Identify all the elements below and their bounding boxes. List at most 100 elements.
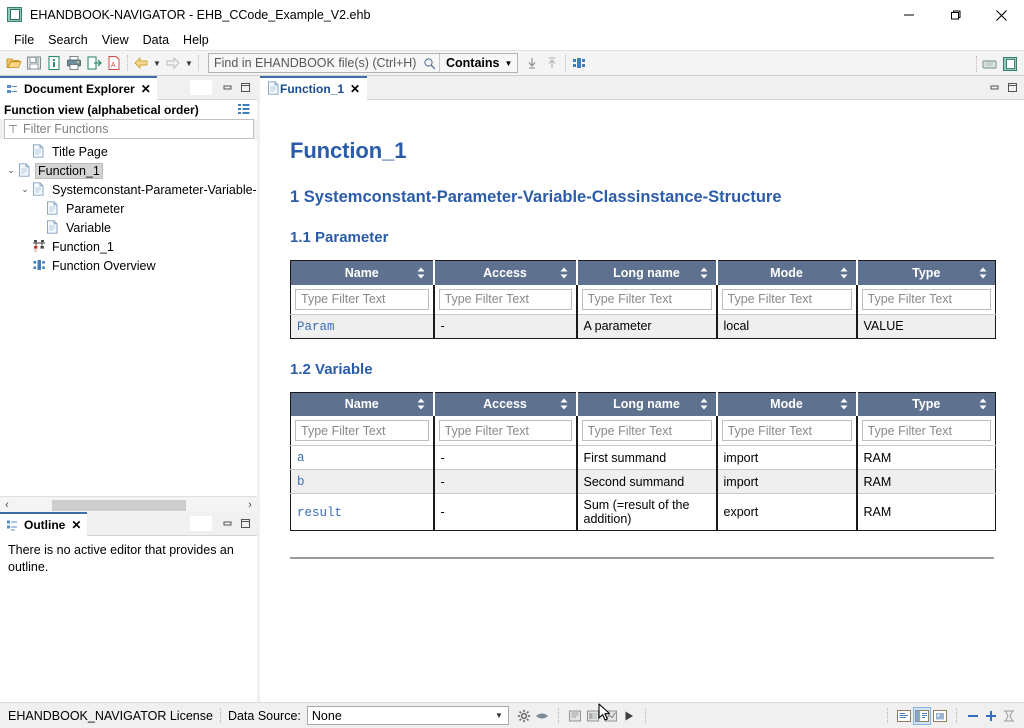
filter-input-name[interactable] xyxy=(295,289,429,310)
table-row[interactable]: result - Sum (=result of the addition) e… xyxy=(291,494,996,531)
column-header-mode[interactable]: Mode xyxy=(717,261,857,285)
filter-input-long-name[interactable] xyxy=(582,289,712,310)
filter-input-mode[interactable] xyxy=(722,289,852,310)
find-previous-up-icon[interactable] xyxy=(542,53,562,73)
layout-detail-icon[interactable] xyxy=(931,707,949,725)
maximize-icon[interactable] xyxy=(932,0,978,30)
view-minimize-icon[interactable] xyxy=(219,516,235,532)
tree-horizontal-scrollbar[interactable]: ‹ › xyxy=(0,496,257,512)
forward-arrow-icon[interactable] xyxy=(163,53,183,73)
back-dropdown-caret-icon[interactable]: ▼ xyxy=(151,53,163,73)
column-header-type[interactable]: Type xyxy=(857,261,996,285)
tree-item-spvcs[interactable]: ⌄ Systemconstant-Parameter-Variable-Cl xyxy=(0,180,257,199)
parameter-link[interactable]: Param xyxy=(297,320,335,334)
variable-link[interactable]: b xyxy=(297,475,305,489)
view-menu-icon[interactable] xyxy=(237,102,251,119)
layout-split-icon[interactable] xyxy=(913,707,931,725)
variable-link[interactable]: result xyxy=(297,506,342,520)
column-header-access[interactable]: Access xyxy=(434,261,577,285)
close-tab-icon[interactable]: ✕ xyxy=(350,82,360,96)
table-row[interactable]: Param - A parameter local VALUE xyxy=(291,314,996,338)
tree-item-variable[interactable]: Variable xyxy=(0,218,257,237)
view-maximize-icon[interactable] xyxy=(237,516,253,532)
keyboard-icon[interactable] xyxy=(980,54,1000,74)
ehandbook-perspective-icon[interactable] xyxy=(1000,54,1020,74)
tree-item-function-overview[interactable]: Function Overview xyxy=(0,256,257,275)
measure-3-icon[interactable] xyxy=(602,707,620,725)
tree-item-parameter[interactable]: Parameter xyxy=(0,199,257,218)
view-minimize-icon[interactable] xyxy=(219,80,235,96)
column-header-long-name[interactable]: Long name xyxy=(577,261,717,285)
find-next-down-icon[interactable] xyxy=(522,53,542,73)
filter-input-type[interactable] xyxy=(862,289,992,310)
close-tab-icon[interactable]: ✕ xyxy=(71,518,81,532)
play-icon[interactable] xyxy=(620,707,638,725)
sort-icon[interactable] xyxy=(700,267,708,278)
layout-single-icon[interactable] xyxy=(895,707,913,725)
scroll-thumb[interactable] xyxy=(52,500,186,511)
table-row[interactable]: a - First summand import RAM xyxy=(291,446,996,470)
forward-dropdown-caret-icon[interactable]: ▼ xyxy=(183,53,195,73)
column-header-name[interactable]: Name xyxy=(291,392,434,416)
measure-2-icon[interactable] xyxy=(584,707,602,725)
sort-icon[interactable] xyxy=(560,399,568,410)
sort-icon[interactable] xyxy=(560,267,568,278)
filter-input-long-name[interactable] xyxy=(582,420,712,441)
close-tab-icon[interactable]: ✕ xyxy=(141,82,151,96)
view-maximize-icon[interactable] xyxy=(237,80,253,96)
settings-gear-icon[interactable] xyxy=(515,707,533,725)
sort-icon[interactable] xyxy=(700,399,708,410)
zoom-out-icon[interactable] xyxy=(964,707,982,725)
open-folder-icon[interactable] xyxy=(4,53,24,73)
sort-icon[interactable] xyxy=(979,267,987,278)
table-row[interactable]: b - Second summand import RAM xyxy=(291,470,996,494)
sort-icon[interactable] xyxy=(417,399,425,410)
view-toggle-icon[interactable] xyxy=(533,707,551,725)
column-header-type[interactable]: Type xyxy=(857,392,996,416)
tab-function-1[interactable]: Function_1 ✕ xyxy=(260,76,367,100)
zoom-in-icon[interactable] xyxy=(982,707,1000,725)
filter-input-type[interactable] xyxy=(862,420,992,441)
column-header-access[interactable]: Access xyxy=(434,392,577,416)
filter-input-name[interactable] xyxy=(295,420,429,441)
menu-view[interactable]: View xyxy=(96,31,137,49)
menu-file[interactable]: File xyxy=(8,31,42,49)
scroll-track[interactable] xyxy=(14,498,243,512)
variable-link[interactable]: a xyxy=(297,451,305,465)
view-minimize-icon[interactable] xyxy=(986,80,1002,96)
tree-item-title-page[interactable]: Title Page xyxy=(0,142,257,161)
save-icon[interactable] xyxy=(24,53,44,73)
filter-input-access[interactable] xyxy=(439,420,572,441)
sort-icon[interactable] xyxy=(979,399,987,410)
back-arrow-icon[interactable] xyxy=(131,53,151,73)
info-icon[interactable] xyxy=(44,53,64,73)
menu-data[interactable]: Data xyxy=(137,31,177,49)
measure-1-icon[interactable] xyxy=(566,707,584,725)
search-input[interactable] xyxy=(209,54,419,72)
interaction-layer-icon[interactable] xyxy=(569,53,589,73)
data-source-select[interactable]: None ▼ xyxy=(307,706,509,725)
search-mode-button[interactable]: Contains ▼ xyxy=(439,54,517,72)
chevron-down-icon[interactable]: ⌄ xyxy=(18,184,32,195)
menu-help[interactable]: Help xyxy=(177,31,217,49)
zoom-reset-icon[interactable] xyxy=(1000,707,1018,725)
filter-input-mode[interactable] xyxy=(722,420,852,441)
view-maximize-icon[interactable] xyxy=(1004,80,1020,96)
sort-icon[interactable] xyxy=(840,399,848,410)
close-icon[interactable] xyxy=(978,0,1024,30)
tab-document-explorer[interactable]: Document Explorer ✕ xyxy=(0,76,157,100)
menu-search[interactable]: Search xyxy=(42,31,96,49)
sort-icon[interactable] xyxy=(417,267,425,278)
scroll-left-icon[interactable]: ‹ xyxy=(0,498,14,512)
filter-input-access[interactable] xyxy=(439,289,572,310)
tree-item-function-1[interactable]: ⌄ Function_1 xyxy=(0,161,257,180)
sort-icon[interactable] xyxy=(840,267,848,278)
export-icon[interactable] xyxy=(84,53,104,73)
chevron-down-icon[interactable]: ⌄ xyxy=(4,165,18,176)
column-header-name[interactable]: Name xyxy=(291,261,434,285)
print-icon[interactable] xyxy=(64,53,84,73)
search-icon[interactable] xyxy=(419,54,439,72)
filter-functions-input[interactable] xyxy=(21,121,253,137)
tab-outline[interactable]: Outline ✕ xyxy=(0,512,87,536)
column-header-long-name[interactable]: Long name xyxy=(577,392,717,416)
